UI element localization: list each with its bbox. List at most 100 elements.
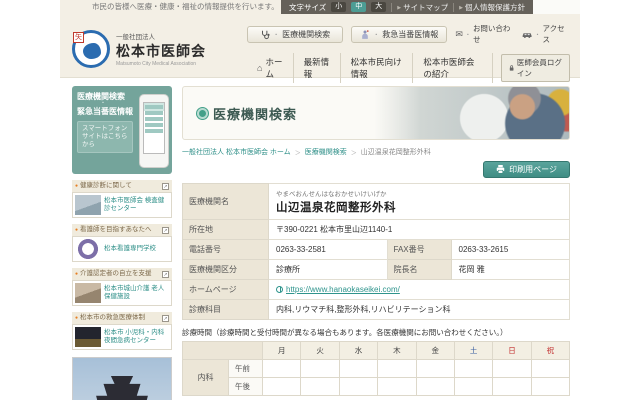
website-link[interactable]: https://www.hanaokaseikei.com/ xyxy=(276,285,400,294)
nav-about[interactable]: 松本市医師会の紹介 xyxy=(412,53,493,83)
medical-search-label: 医療機関検索 xyxy=(282,29,331,39)
tel-value: 0263-33-2581 xyxy=(268,239,388,260)
utility-bar: 文字サイズ 小 中 大 サイトマップ 個人情報保護方針 xyxy=(281,0,533,14)
print-page-button[interactable]: 印刷用ページ xyxy=(483,161,570,178)
member-login-button[interactable]: 医師会員ログイン xyxy=(500,54,570,82)
header-right: ・ 医療機関検索 ・ 救急当番医情報 ✉ ・ お問い合わせ ・ アクセス ⌂ ホ… xyxy=(247,20,570,83)
hours-cell xyxy=(261,359,302,378)
privacy-policy-link[interactable]: 個人情報保護方針 xyxy=(459,2,525,13)
nav-home[interactable]: ⌂ ホーム xyxy=(247,53,293,83)
breadcrumb-search[interactable]: 医療機関検索 xyxy=(305,147,347,157)
section-title-label: 健康診断に関して xyxy=(80,182,132,189)
hours-cell xyxy=(453,377,494,396)
link-card-label: 松本看護専門学校 xyxy=(104,245,156,252)
breadcrumb-home[interactable]: 一般社団法人 松本市医師会 ホーム xyxy=(182,147,291,157)
section-title-care[interactable]: 介護認定者の自立を支援 ↗ xyxy=(72,268,172,280)
night-building-thumbnail xyxy=(75,327,101,347)
doctor-photo xyxy=(356,87,569,139)
address-value: 〒390-0221 松本市里山辺1140-1 xyxy=(268,219,570,240)
sitemap-link[interactable]: サイトマップ xyxy=(397,2,448,13)
printer-icon xyxy=(496,165,505,174)
contact-label: お問い合わせ xyxy=(472,24,511,44)
car-icon xyxy=(522,32,532,38)
departments-value: 内科,リウマチ科,整形外科,リハビリテーション科 xyxy=(268,299,570,320)
director-value: 花岡 雅 xyxy=(450,259,570,280)
main-column: 医療機関検索 一般社団法人 松本市医師会 ホーム ＞ 医療機関検索 ＞ 山辺温泉… xyxy=(182,86,571,400)
hours-cell xyxy=(492,377,532,396)
section-title-emergency[interactable]: 松本市の救急医療体制 ↗ xyxy=(72,312,172,324)
site-tagline: 市民の皆様へ医療・健康・福祉の情報提供を行います。 xyxy=(60,0,281,14)
table-row: ホームページ https://www.hanaokaseikei.com/ xyxy=(182,279,570,300)
table-row: 月 火 水 木 金 土 日 祝 xyxy=(182,341,571,360)
link-separator-dot: ・ xyxy=(534,32,541,39)
medical-search-button[interactable]: ・ 医療機関検索 xyxy=(247,25,344,43)
hours-cell xyxy=(300,377,340,396)
link-card-nursing-school[interactable]: 松本看護専門学校 xyxy=(72,236,172,262)
font-size-small-button[interactable]: 小 xyxy=(331,2,347,12)
hours-cell xyxy=(338,359,379,378)
stethoscope-icon xyxy=(262,30,270,39)
font-size-medium-button[interactable]: 中 xyxy=(351,2,367,12)
nav-news[interactable]: 最新情報 xyxy=(292,53,340,83)
section-title-label: 介護認定者の自立を支援 xyxy=(80,270,152,277)
hours-cell xyxy=(453,359,494,378)
logo-text: 一般社団法人 松本市医師会 Matsumoto City Medical Ass… xyxy=(116,31,206,67)
quick-access-row: ・ 医療機関検索 ・ 救急当番医情報 ✉ ・ お問い合わせ ・ アクセス xyxy=(247,23,570,45)
nav-news-label: 最新情報 xyxy=(303,57,330,79)
table-row: 内科 午前 xyxy=(182,359,571,396)
director-label: 院長名 xyxy=(386,259,452,280)
day-wed: 水 xyxy=(338,341,379,360)
emergency-doctor-icon xyxy=(362,29,370,39)
hours-cell xyxy=(300,359,340,378)
hours-cell xyxy=(415,359,455,378)
link-card-kensa-center[interactable]: 松本市医師会 検査健診センター xyxy=(72,192,172,218)
link-card-care-facility[interactable]: 松本市城山介護 老人保健施設 xyxy=(72,280,172,306)
breadcrumb-separator: ＞ xyxy=(294,150,301,157)
facility-name-kana: やまべおんせんはなおかせいけいげか xyxy=(276,191,387,198)
divider xyxy=(453,2,455,12)
day-tue: 火 xyxy=(300,341,340,360)
font-size-large-button[interactable]: 大 xyxy=(371,2,387,12)
dept-name: 内科 xyxy=(182,359,229,396)
facility-name-label: 医療機関名 xyxy=(182,183,269,220)
section-title-nursing[interactable]: 看護師を目指すあなたへ ↗ xyxy=(72,224,172,236)
hours-cell xyxy=(415,377,455,396)
link-card-label: 松本市医師会 検査健診センター xyxy=(104,197,165,212)
title-bullet-icon xyxy=(197,107,208,119)
link-card-label: 松本市 小児科・内科 夜間急病センター xyxy=(104,329,165,344)
org-type: 一般社団法人 xyxy=(116,33,155,41)
website-url: https://www.hanaokaseikei.com/ xyxy=(286,284,400,294)
link-separator-dot: ・ xyxy=(464,32,471,39)
org-name: 松本市医師会 xyxy=(116,42,206,59)
external-link-icon: ↗ xyxy=(162,314,169,322)
hours-cell xyxy=(530,377,571,396)
section-title-health-check[interactable]: 健康診断に関して ↗ xyxy=(72,180,172,192)
page-title-banner: 医療機関検索 xyxy=(182,86,570,140)
emergency-duty-button[interactable]: ・ 救急当番医情報 xyxy=(351,25,448,43)
print-page-label: 印刷用ページ xyxy=(509,165,557,174)
font-size-label: 文字サイズ xyxy=(289,2,327,12)
breadcrumb: 一般社団法人 松本市医師会 ホーム ＞ 医療機関検索 ＞ 山辺温泉花岡整形外科 xyxy=(182,147,570,157)
smartphone-site-banner[interactable]: 医療機関検索 ・ 緊急当番医情報 スマートフォンサイトはこちらから xyxy=(72,86,172,174)
category-label: 医療機関区分 xyxy=(182,259,269,280)
sidebar-section-nursing: 看護師を目指すあなたへ ↗ 松本看護専門学校 xyxy=(72,224,172,262)
contact-link[interactable]: ✉ ・ お問い合わせ xyxy=(455,23,514,45)
link-card-night-emergency-center[interactable]: 松本市 小児科・内科 夜間急病センター xyxy=(72,324,172,350)
day-sat: 土 xyxy=(453,341,494,360)
lock-icon xyxy=(509,65,514,71)
sidebar-section-care: 介護認定者の自立を支援 ↗ 松本市城山介護 老人保健施設 xyxy=(72,268,172,306)
matsumoto-castle-image xyxy=(85,376,159,400)
main-navigation: ⌂ ホーム 最新情報 松本市民向け情報 松本市医師会の紹介 医師会員ログイン xyxy=(247,53,570,83)
home-icon: ⌂ xyxy=(257,63,263,73)
citizen-info-banner[interactable]: 松本市民向け情報 xyxy=(72,357,172,400)
table-row: 診療科目 内科,リウマチ科,整形外科,リハビリテーション科 xyxy=(182,299,570,320)
emblem-bird-shape xyxy=(83,42,101,59)
access-link[interactable]: ・ アクセス xyxy=(522,23,570,45)
association-logo[interactable]: 矢 一般社団法人 松本市医師会 Matsumoto City Medical A… xyxy=(72,20,247,77)
table-row: 午後 xyxy=(183,377,571,396)
fax-value: 0263-33-2615 xyxy=(450,239,570,260)
hours-cell xyxy=(530,359,571,378)
link-card-label: 松本市城山介護 老人保健施設 xyxy=(104,285,165,300)
nav-citizen-info[interactable]: 松本市民向け情報 xyxy=(339,53,413,83)
hours-cell xyxy=(377,359,417,378)
